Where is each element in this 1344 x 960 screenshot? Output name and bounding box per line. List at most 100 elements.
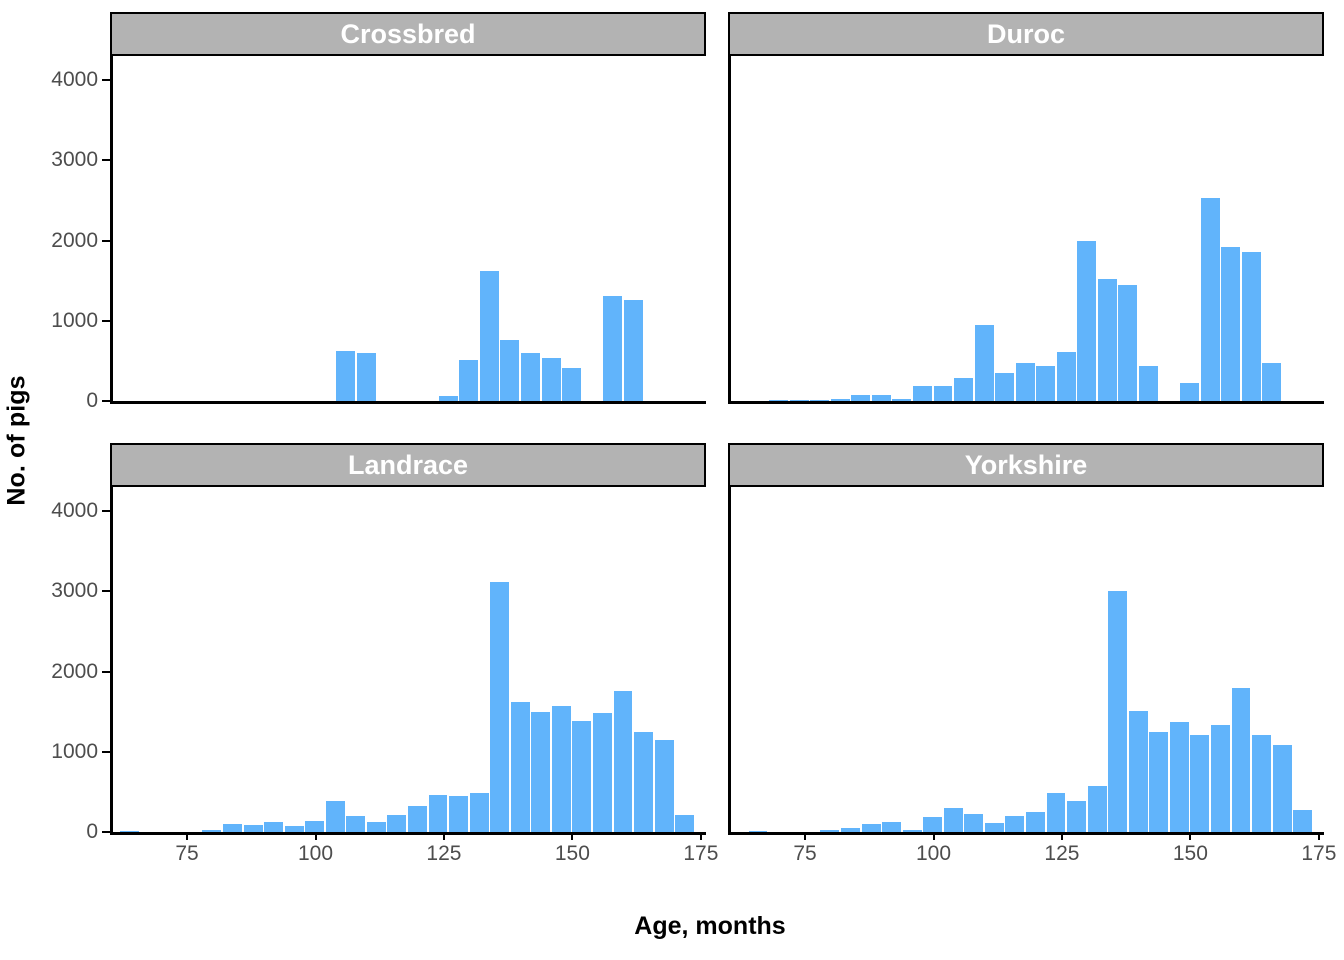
histogram-bar <box>1139 365 1158 401</box>
histogram-bar <box>1108 590 1128 832</box>
x-tick-mark <box>1189 832 1192 840</box>
histogram-bar <box>1077 241 1097 401</box>
x-tick-label: 75 <box>793 842 817 865</box>
y-axis-title-text: No. of pigs <box>2 374 31 506</box>
histogram-bar <box>449 795 469 832</box>
y-axis-title: No. of pigs <box>0 0 34 880</box>
histogram-bar <box>387 815 407 832</box>
plot-area-yorkshire <box>728 487 1324 835</box>
bar-series <box>728 56 1324 401</box>
histogram-bar <box>346 816 366 832</box>
histogram-bar <box>1149 732 1169 832</box>
x-tick-label: 100 <box>297 842 334 865</box>
histogram-bar <box>264 821 284 832</box>
histogram-bar <box>1169 721 1189 832</box>
y-tick-mark <box>102 590 110 593</box>
y-tick-mark <box>102 239 110 242</box>
histogram-bar <box>1067 800 1087 832</box>
histogram-bar <box>366 822 386 832</box>
facet-strip-crossbred: Crossbred <box>110 12 706 56</box>
facet-strip-duroc: Duroc <box>728 12 1324 56</box>
x-tick-mark <box>804 832 807 840</box>
histogram-bar <box>603 296 623 401</box>
histogram-bar <box>325 801 345 832</box>
histogram-bar <box>408 805 427 832</box>
x-tick-mark <box>186 832 189 840</box>
y-tick-label: 1000 <box>51 739 98 763</box>
y-tick-label: 2000 <box>51 659 98 683</box>
histogram-bar <box>933 385 953 401</box>
histogram-bar <box>1200 197 1220 401</box>
y-axis-line <box>728 56 731 404</box>
plot-area-duroc <box>728 56 1324 404</box>
facet-strip-landrace: Landrace <box>110 443 706 487</box>
facet-strip-label: Duroc <box>986 18 1065 49</box>
histogram-bar <box>613 690 633 832</box>
histogram-bar <box>510 702 530 832</box>
histogram-bar <box>1210 724 1230 832</box>
histogram-bar <box>984 823 1004 832</box>
x-axis-title-text: Age, months <box>634 912 786 940</box>
histogram-bar <box>521 352 540 401</box>
bar-series <box>728 487 1324 832</box>
histogram-bar <box>1097 279 1117 401</box>
y-tick-label: 4000 <box>51 68 98 92</box>
histogram-bar <box>1293 809 1313 832</box>
histogram-bar <box>1046 792 1066 832</box>
y-tick-mark <box>102 400 110 402</box>
histogram-bar <box>1241 251 1261 401</box>
x-tick-label: 125 <box>1044 842 1080 865</box>
histogram-bar <box>305 821 325 832</box>
y-tick-label: 0 <box>86 820 98 843</box>
histogram-bar <box>428 794 448 832</box>
x-axis-title: Age, months <box>110 912 1310 941</box>
x-tick-mark <box>442 832 445 840</box>
facet-panel-crossbred: Crossbred <box>110 12 706 404</box>
histogram-bar <box>572 720 592 832</box>
x-tick-mark <box>571 832 574 840</box>
y-tick-mark <box>102 510 110 513</box>
x-tick-label: 100 <box>915 842 952 865</box>
x-tick-label: 150 <box>554 842 590 865</box>
histogram-bar <box>623 300 643 401</box>
facet-panel-yorkshire: Yorkshire <box>728 443 1324 835</box>
x-axis-line <box>110 832 706 835</box>
x-tick-mark <box>699 832 702 840</box>
histogram-bar <box>562 367 582 401</box>
y-axis-line <box>110 487 113 835</box>
histogram-bar <box>336 350 355 401</box>
y-tick-mark <box>102 79 110 82</box>
histogram-bar <box>974 324 994 401</box>
histogram-bar <box>243 824 263 832</box>
histogram-bar <box>1180 383 1200 401</box>
plot-area-landrace <box>110 487 706 835</box>
histogram-bar <box>1221 247 1241 401</box>
x-tick-mark <box>932 832 935 840</box>
histogram-bar <box>490 582 510 832</box>
histogram-bar <box>675 814 695 832</box>
histogram-bar <box>861 823 881 832</box>
histogram-bar <box>1036 365 1056 401</box>
y-tick-mark <box>102 831 110 833</box>
y-tick-mark <box>102 319 110 322</box>
facet-strip-label: Yorkshire <box>964 449 1088 480</box>
histogram-bar <box>1015 362 1035 401</box>
y-tick-label: 4000 <box>51 499 98 523</box>
histogram-bar <box>1026 811 1045 832</box>
y-axis-line <box>728 487 731 835</box>
facet-strip-yorkshire: Yorkshire <box>728 443 1324 487</box>
histogram-bar <box>469 792 489 832</box>
x-tick-label: 150 <box>1172 842 1208 865</box>
histogram-bar <box>223 823 242 832</box>
y-tick-label: 1000 <box>51 308 98 332</box>
bar-series <box>110 56 706 401</box>
x-axis-line <box>110 401 706 404</box>
x-axis-line <box>728 832 1324 835</box>
histogram-bar <box>356 353 376 401</box>
y-tick-mark <box>102 159 110 162</box>
histogram-bar <box>531 712 551 832</box>
histogram-bar <box>912 386 932 401</box>
histogram-bar <box>541 357 561 401</box>
facet-strip-label: Crossbred <box>340 18 476 49</box>
x-tick-label: 125 <box>426 842 462 865</box>
